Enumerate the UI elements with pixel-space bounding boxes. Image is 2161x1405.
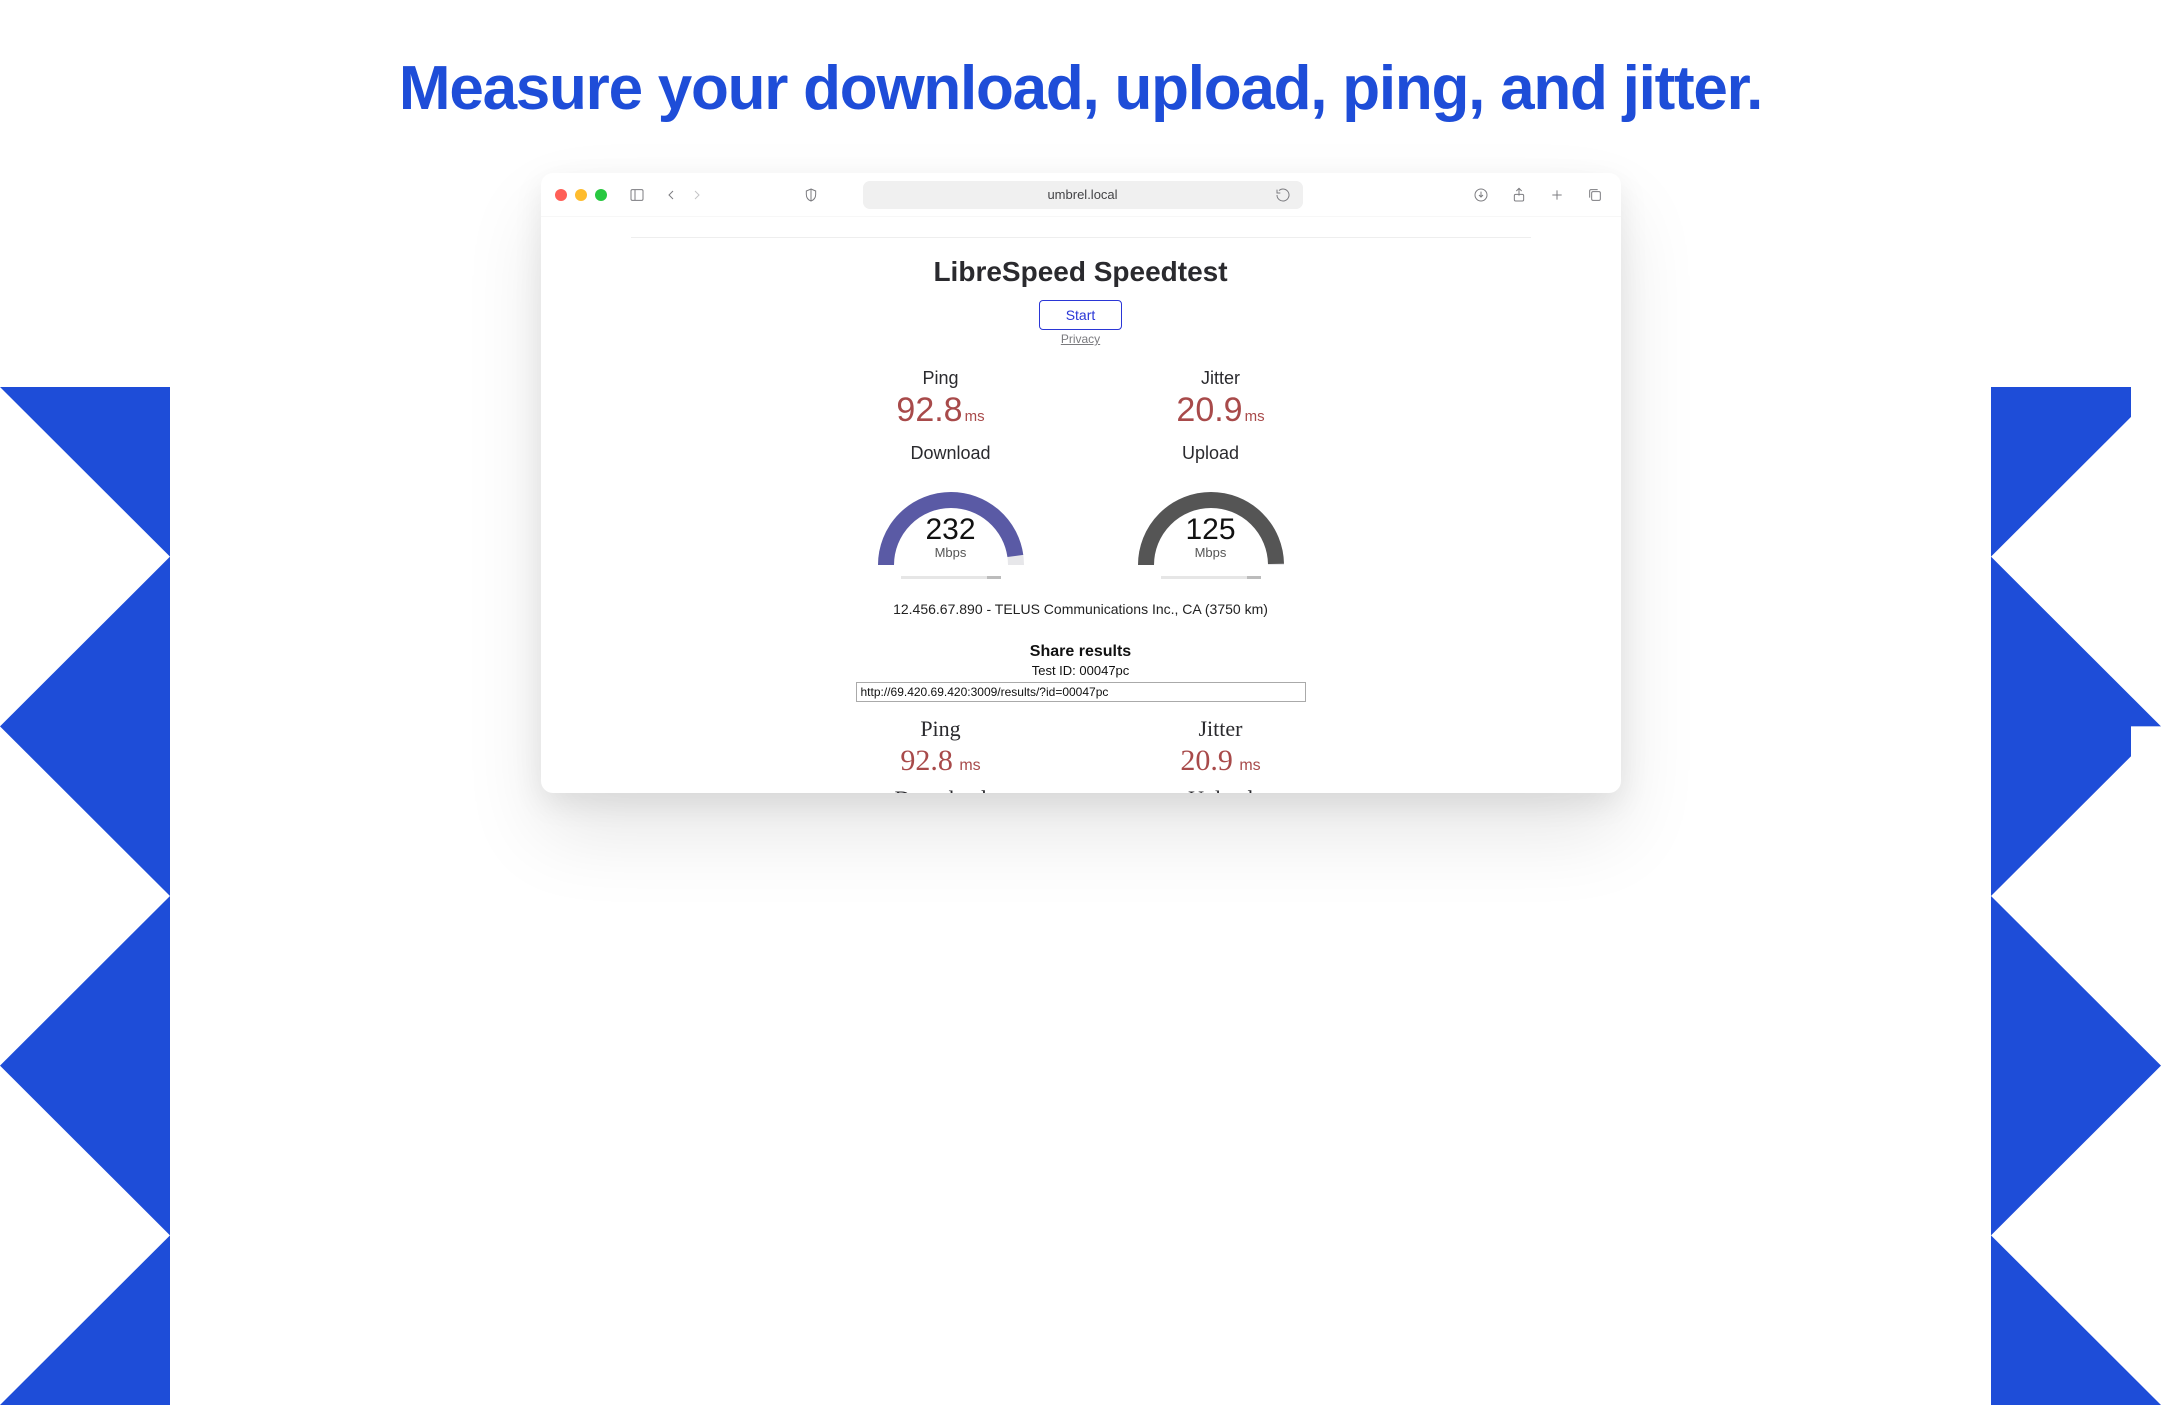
window-minimize-button[interactable]	[575, 189, 587, 201]
browser-chrome: umbrel.local	[541, 173, 1621, 217]
jitter-value: 20.9	[1176, 391, 1242, 429]
upload-value: 125	[1126, 515, 1296, 545]
preview-jitter-value: 20.9	[1180, 744, 1233, 777]
download-unit: Mbps	[866, 545, 1036, 560]
ping-value: 92.8	[896, 391, 962, 429]
upload-sparkline	[1161, 576, 1261, 579]
share-icon[interactable]	[1507, 183, 1531, 207]
decorative-geo-left	[0, 387, 170, 1405]
download-label: Download	[851, 443, 1051, 464]
window-close-button[interactable]	[555, 189, 567, 201]
sidebar-toggle-icon[interactable]	[625, 183, 649, 207]
jitter-unit: ms	[1245, 408, 1265, 425]
address-bar-text: umbrel.local	[1047, 187, 1117, 202]
start-button[interactable]: Start	[1039, 300, 1123, 330]
upload-label: Upload	[1111, 443, 1311, 464]
download-gauge: 232 Mbps	[866, 470, 1036, 570]
test-id-line: Test ID: 00047pc	[631, 663, 1531, 678]
divider	[631, 237, 1531, 238]
downloads-icon[interactable]	[1469, 183, 1493, 207]
share-url-input[interactable]	[856, 682, 1306, 702]
preview-ping-value: 92.8	[900, 744, 953, 777]
privacy-link[interactable]: Privacy	[631, 332, 1531, 346]
shield-icon[interactable]	[799, 183, 823, 207]
preview-jitter-label: Jitter	[1136, 716, 1306, 742]
reload-icon[interactable]	[1271, 183, 1295, 207]
marketing-headline: Measure your download, upload, ping, and…	[0, 55, 2161, 123]
address-bar[interactable]: umbrel.local	[863, 181, 1303, 209]
preview-ping-unit: ms	[959, 757, 980, 774]
traffic-lights	[555, 189, 607, 201]
preview-upload-label: Upload	[1136, 786, 1306, 793]
preview-download-label: Download	[856, 786, 1026, 793]
decorative-geo-right	[1991, 387, 2161, 1405]
browser-window: umbrel.local LibreSpeed Speedtest Start	[541, 173, 1621, 793]
app-title: LibreSpeed Speedtest	[631, 256, 1531, 288]
ping-label: Ping	[856, 368, 1026, 389]
page-content: LibreSpeed Speedtest Start Privacy Ping …	[541, 217, 1621, 793]
ping-unit: ms	[965, 408, 985, 425]
share-results-heading: Share results	[631, 643, 1531, 661]
download-value: 232	[866, 515, 1036, 545]
tabs-overview-icon[interactable]	[1583, 183, 1607, 207]
download-sparkline	[901, 576, 1001, 579]
preview-jitter-unit: ms	[1239, 757, 1260, 774]
forward-button[interactable]	[685, 183, 709, 207]
upload-gauge: 125 Mbps	[1126, 470, 1296, 570]
ip-info-line: 12.456.67.890 - TELUS Communications Inc…	[631, 601, 1531, 617]
upload-unit: Mbps	[1126, 545, 1296, 560]
new-tab-icon[interactable]	[1545, 183, 1569, 207]
preview-ping-label: Ping	[856, 716, 1026, 742]
back-button[interactable]	[659, 183, 683, 207]
window-zoom-button[interactable]	[595, 189, 607, 201]
jitter-label: Jitter	[1136, 368, 1306, 389]
